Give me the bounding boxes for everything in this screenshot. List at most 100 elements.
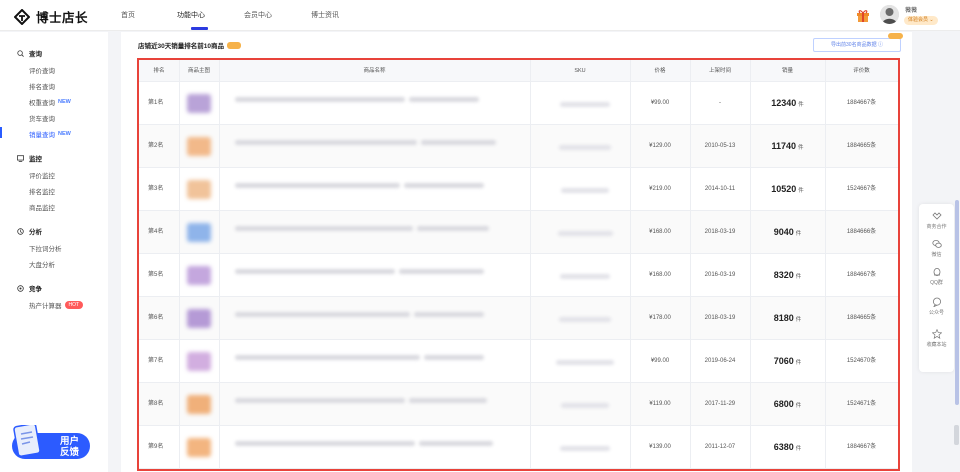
- rank-cell: 第7名: [148, 358, 164, 364]
- sales-cell: 9040 件: [750, 211, 825, 253]
- table-row[interactable]: 第7名 ¥99.00 2019-06-24 7060 件 1524670条: [139, 340, 898, 383]
- product-name-blurred[interactable]: [235, 183, 400, 188]
- product-thumbnail[interactable]: [187, 352, 211, 371]
- product-name-blurred[interactable]: [235, 269, 395, 274]
- price-cell: ¥139.00: [649, 444, 671, 450]
- star-icon: [931, 329, 942, 339]
- col-image: 商品主图: [187, 68, 210, 74]
- avatar[interactable]: [880, 5, 899, 24]
- column-divider: [630, 60, 631, 469]
- wechat-button[interactable]: 微信: [919, 239, 954, 258]
- page-title-text: 店铺近30天销量排名前10商品: [138, 43, 224, 50]
- table-row[interactable]: 第5名 ¥168.00 2016-03-19 8320 件 1884667条: [139, 254, 898, 297]
- product-name-blurred[interactable]: [235, 97, 405, 102]
- table-row[interactable]: 第1名 ¥99.00 - 12340 件 1884667条: [139, 82, 898, 125]
- qq-group-button[interactable]: QQ群: [919, 267, 954, 286]
- product-name-blurred: [414, 312, 484, 317]
- sidebar-item-dropdown-word-analysis[interactable]: 下拉词分析: [29, 243, 62, 253]
- product-name-blurred[interactable]: [235, 226, 413, 231]
- sidebar-item-product-monitor[interactable]: 商品监控: [29, 202, 55, 212]
- sku-blurred: [560, 102, 610, 107]
- table-row[interactable]: 第6名 ¥178.00 2018-03-19 8180 件 1884665条: [139, 297, 898, 340]
- sales-unit: 件: [795, 274, 802, 280]
- nav-news[interactable]: 博士资讯: [311, 10, 339, 20]
- price-cell: ¥168.00: [649, 272, 671, 278]
- sales-unit: 件: [795, 446, 802, 452]
- gift-icon[interactable]: [856, 9, 870, 22]
- sales-unit: 件: [795, 317, 802, 323]
- product-thumbnail[interactable]: [187, 137, 211, 156]
- review-count-cell: 1884667条: [846, 100, 877, 106]
- col-sku: SKU: [574, 68, 586, 74]
- sidebar-item-weight-query[interactable]: 权重查询 NEW: [29, 97, 71, 107]
- new-badge: NEW: [58, 131, 71, 137]
- sidebar-item-review-monitor[interactable]: 评价监控: [29, 170, 55, 180]
- sidebar: 查询 评价查询 排名查询 权重查询 NEW 货车查询 销量查询 NEW 监控 评…: [0, 32, 108, 472]
- rank-cell: 第2名: [148, 143, 164, 149]
- product-name-blurred[interactable]: [235, 355, 420, 360]
- table-row[interactable]: 第8名 ¥119.00 2017-11-29 6800 件 1524671条: [139, 383, 898, 426]
- review-count-cell: 1524671条: [846, 401, 877, 407]
- column-divider: [825, 60, 826, 469]
- nav-feature-center[interactable]: 功能中心: [177, 10, 205, 20]
- member-level-dropdown[interactable]: 体验会员 ⌄: [904, 16, 938, 25]
- product-thumbnail[interactable]: [187, 266, 211, 285]
- product-thumbnail[interactable]: [187, 223, 211, 242]
- user-name: 薇薇: [905, 8, 918, 14]
- sidebar-item-market-analysis[interactable]: 大盘分析: [29, 259, 55, 269]
- column-divider: [750, 60, 751, 469]
- product-thumbnail[interactable]: [187, 309, 211, 328]
- nav-home[interactable]: 首页: [121, 10, 135, 20]
- analysis-icon: [17, 227, 24, 235]
- sku-blurred: [559, 317, 611, 322]
- avatar-image: [880, 5, 899, 24]
- table-row[interactable]: 第3名 ¥219.00 2014-10-11 10520 件 1524667条: [139, 168, 898, 211]
- sidebar-item-sales-query[interactable]: 销量查询 NEW: [29, 129, 71, 139]
- sidebar-item-label: 热产计算器: [29, 303, 62, 310]
- sales-value: 6800: [773, 399, 794, 409]
- export-new-badge: [888, 33, 903, 39]
- list-date-cell: 2016-03-19: [704, 272, 736, 278]
- page-title: 店铺近30天销量排名前10商品: [138, 40, 241, 50]
- nav-active-indicator: [191, 27, 208, 30]
- bookmark-site-button[interactable]: 收藏本站: [919, 329, 954, 348]
- product-name-blurred[interactable]: [235, 312, 410, 317]
- sidebar-item-rank-query[interactable]: 排名查询: [29, 81, 55, 91]
- official-account-button[interactable]: 公众号: [919, 297, 954, 316]
- sidebar-section-title: 监控: [29, 156, 42, 163]
- search-icon: [17, 49, 24, 57]
- sidebar-item-rank-monitor[interactable]: 排名监控: [29, 186, 55, 196]
- review-count-cell: 1524670条: [846, 358, 877, 364]
- sidebar-item-hot-calculator[interactable]: 热产计算器 HOT: [29, 300, 84, 310]
- sales-value: 10520: [771, 184, 797, 194]
- product-name-blurred[interactable]: [235, 140, 417, 145]
- sales-value: 8180: [773, 313, 794, 323]
- product-name-blurred[interactable]: [235, 398, 405, 403]
- right-float-toolbar: 商务合作 微信 QQ群 公众号 收藏本站: [919, 204, 954, 372]
- nav-member-center[interactable]: 会员中心: [244, 10, 272, 20]
- product-name-blurred: [409, 398, 487, 403]
- sidebar-item-review-query[interactable]: 评价查询: [29, 65, 55, 75]
- price-cell: ¥168.00: [649, 229, 671, 235]
- logo-icon: [14, 8, 30, 25]
- column-divider: [690, 60, 691, 469]
- business-cooperation-button[interactable]: 商务合作: [919, 211, 954, 230]
- product-name-blurred[interactable]: [235, 441, 415, 446]
- product-thumbnail[interactable]: [187, 94, 211, 113]
- scrollbar-thumb[interactable]: [954, 425, 959, 445]
- export-top30-button[interactable]: 导出前30名商品数据 ⓘ: [813, 38, 901, 52]
- brand-logo[interactable]: 博士店长: [14, 7, 88, 26]
- scrollbar-track[interactable]: [955, 200, 959, 405]
- sidebar-item-truck-query[interactable]: 货车查询: [29, 113, 55, 123]
- user-feedback-button[interactable]: 用户 反馈: [10, 425, 92, 465]
- product-thumbnail[interactable]: [187, 438, 211, 457]
- column-divider: [179, 60, 180, 469]
- sales-rank-table: 排名 商品主图 商品名称 SKU 价格 上架时间 销量 评价数 第1名 ¥99.0…: [137, 58, 900, 471]
- product-thumbnail[interactable]: [187, 180, 211, 199]
- table-row[interactable]: 第4名 ¥168.00 2018-03-19 9040 件 1884666条: [139, 211, 898, 254]
- product-thumbnail[interactable]: [187, 395, 211, 414]
- sidebar-section-title: 查询: [29, 51, 42, 58]
- target-icon: [17, 284, 24, 292]
- table-row[interactable]: 第9名 ¥139.00 2011-12-07 6380 件 1884667条: [139, 426, 898, 469]
- table-row[interactable]: 第2名 ¥129.00 2010-05-13 11740 件 1884665条: [139, 125, 898, 168]
